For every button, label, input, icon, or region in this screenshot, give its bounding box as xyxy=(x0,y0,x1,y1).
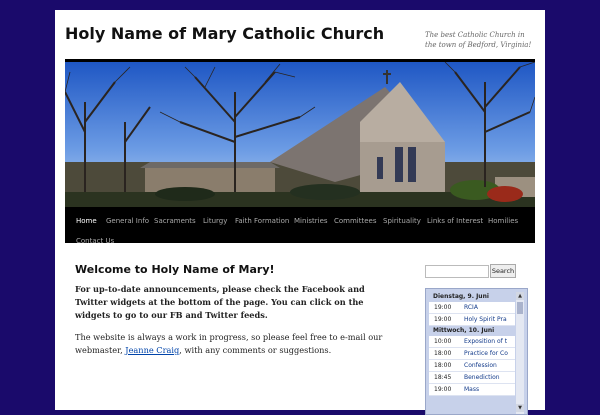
nav-item-spirituality[interactable]: Spirituality xyxy=(383,217,421,225)
calendar-scrollbar[interactable]: ▲ ▼ xyxy=(516,292,524,414)
site-description: The best Catholic Church in the town of … xyxy=(425,31,532,49)
webmaster-link[interactable]: Jeanne Craig xyxy=(125,345,179,355)
nav-item-liturgy[interactable]: Liturgy xyxy=(203,217,227,225)
calendar-day-heading: Dienstag, 9. Juni xyxy=(433,293,489,300)
nav-item-general-info[interactable]: General Info xyxy=(106,217,149,225)
calendar-event[interactable]: 18:00 Confession xyxy=(429,360,515,372)
nav-item-home[interactable]: Home xyxy=(76,217,97,225)
page-container: Holy Name of Mary Catholic Church The be… xyxy=(55,10,545,415)
nav-item-ministries[interactable]: Ministries xyxy=(294,217,328,225)
calendar-day-heading: Mittwoch, 10. Juni xyxy=(433,327,495,334)
calendar-event[interactable]: 19:00 RCIA xyxy=(429,302,515,314)
nav-item-links-of-interest[interactable]: Links of Interest xyxy=(427,217,483,225)
page-heading: Welcome to Holy Name of Mary! xyxy=(75,263,275,276)
webmaster-text-after: , with any comments or suggestions. xyxy=(179,345,332,355)
header-image xyxy=(65,62,535,207)
calendar-event[interactable]: 19:00 Holy Spirit Pra xyxy=(429,314,515,326)
scroll-down-arrow-icon[interactable]: ▼ xyxy=(516,404,524,412)
search-input[interactable] xyxy=(425,265,489,278)
calendar-widget: Dienstag, 9. Juni 19:00 RCIA 19:00 Holy Sp… xyxy=(425,288,528,415)
scroll-up-arrow-icon[interactable]: ▲ xyxy=(516,292,524,300)
nav-item-committees[interactable]: Committees xyxy=(334,217,377,225)
main-navigation: Home General Info Sacraments Liturgy Fai… xyxy=(65,207,535,245)
site-title[interactable]: Holy Name of Mary Catholic Church xyxy=(65,24,384,43)
nav-item-homilies[interactable]: Homilies xyxy=(488,217,518,225)
nav-item-sacraments[interactable]: Sacraments xyxy=(154,217,196,225)
webmaster-text: The website is always a work in progress… xyxy=(75,331,400,357)
announcement-text: For up-to-date announcements, please che… xyxy=(75,284,365,320)
calendar-event[interactable]: 18:45 Benediction xyxy=(429,372,515,384)
nav-item-faith-formation[interactable]: Faith Formation xyxy=(235,217,289,225)
search-button[interactable]: Search xyxy=(490,264,516,278)
scroll-thumb[interactable] xyxy=(517,302,523,314)
church-photo xyxy=(65,62,535,207)
calendar-agenda: Dienstag, 9. Juni 19:00 RCIA 19:00 Holy Sp… xyxy=(429,292,515,396)
calendar-event[interactable]: 18:00 Practice for Co xyxy=(429,348,515,360)
nav-item-contact-us[interactable]: Contact Us xyxy=(76,237,114,245)
calendar-event[interactable]: 10:00 Exposition of t xyxy=(429,336,515,348)
calendar-event[interactable]: 19:00 Mass xyxy=(429,384,515,396)
